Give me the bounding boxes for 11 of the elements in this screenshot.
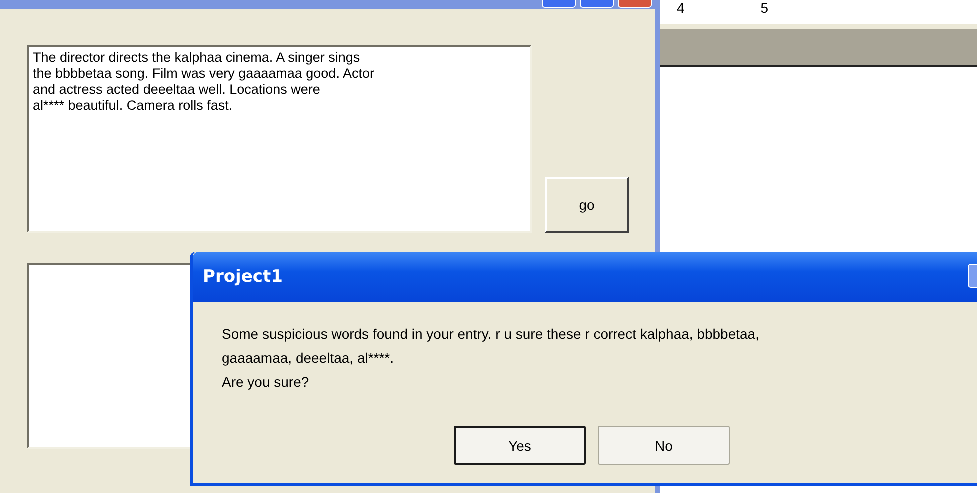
close-button[interactable] xyxy=(618,0,652,8)
maximize-button[interactable] xyxy=(580,0,614,8)
dialog-title: Project1 xyxy=(203,267,283,287)
go-button[interactable]: go xyxy=(545,177,629,233)
dialog-button[interactable]: Yes xyxy=(454,426,586,465)
ruler-number: 4 xyxy=(677,0,685,18)
dialog-message: Some suspicious words found in your entry. r u sure these r correct kalphaa, bbbbetaa, gaaaamaa, deeeltaa, al****. Are you sure? xyxy=(222,325,760,392)
minimize-button[interactable] xyxy=(542,0,576,8)
text-input[interactable]: The director directs the kalphaa cinema. A singer sings the bbbbetaa song. Film was very gaaaamaa good. Actor and actress acted deeeltaa well. Locations were al**** beautiful. Camera rolls fast. xyxy=(27,45,532,233)
dialog-button[interactable]: No xyxy=(598,426,730,465)
ruler-number: 5 xyxy=(760,0,769,18)
